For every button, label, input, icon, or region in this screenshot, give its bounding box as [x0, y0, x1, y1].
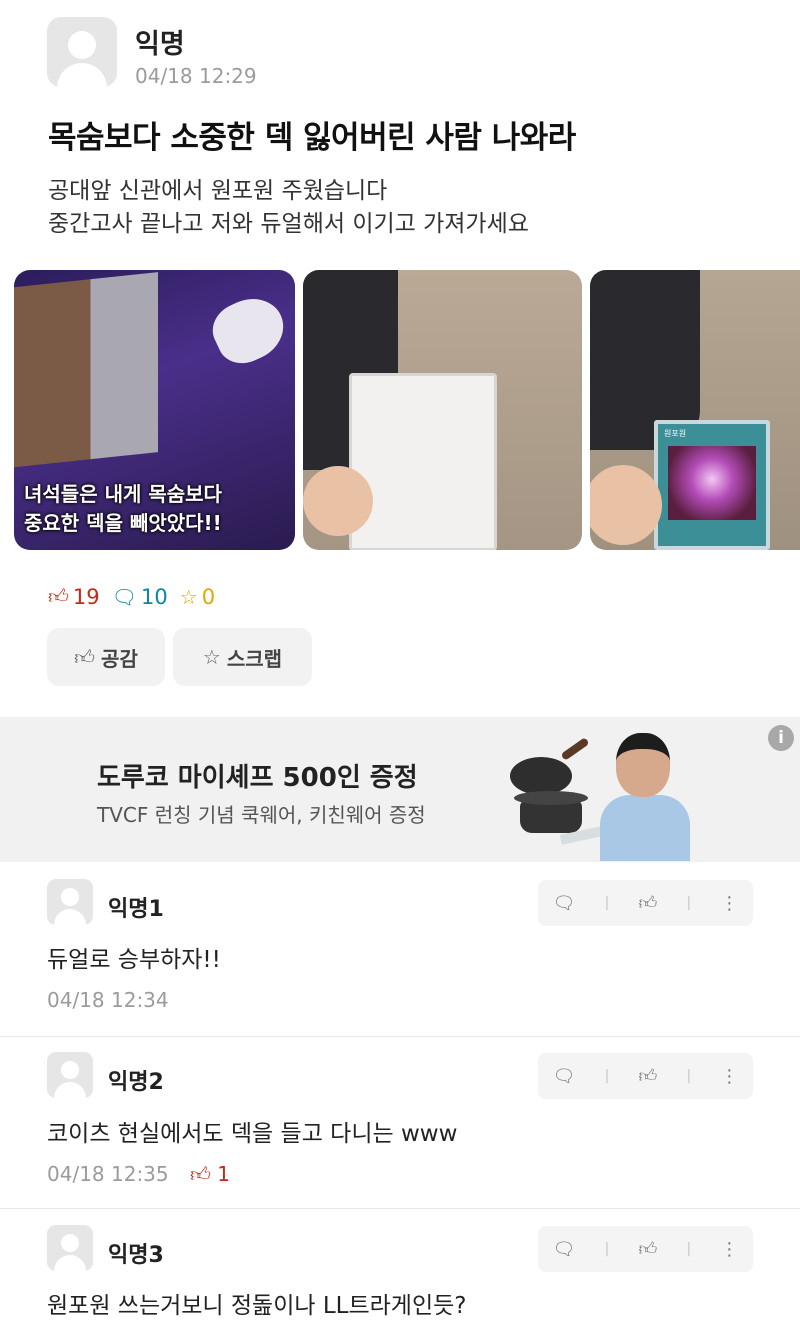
scrap-count: ☆ 0	[179, 584, 216, 609]
reply-icon[interactable]: 🗨︎	[553, 1239, 576, 1260]
post-image-3[interactable]: 원포원	[590, 270, 800, 550]
ad-banner[interactable]: 도루코 마이셰프 500인 증정 TVCF 런칭 기념 쿡웨어, 키친웨어 증정…	[0, 717, 800, 862]
comment-avatar	[47, 1225, 93, 1271]
star-icon: ☆	[179, 584, 198, 609]
thumbs-up-icon: 👍︎	[74, 644, 96, 669]
comment-author: 익명1	[108, 897, 164, 922]
reply-icon[interactable]: 🗨︎	[553, 893, 576, 914]
post-image-1[interactable]: 녀석들은 내게 목숨보다 중요한 덱을 빼앗았다!!	[14, 270, 295, 550]
comment-actions: 🗨︎ | 👍︎ | ⋮	[538, 880, 753, 926]
pan-icon	[510, 757, 572, 795]
comment-text: 원포원 쓰는거보니 정돒이나 LL트라게인듯?	[47, 1293, 467, 1319]
post-title: 목숨보다 소중한 덱 잃어버린 사람 나와라	[48, 120, 576, 156]
author-avatar	[47, 17, 117, 87]
like-count: 👍︎ 19	[48, 584, 100, 609]
comment-time: 04/18 12:35	[47, 1162, 169, 1186]
like-button[interactable]: 👍︎ 공감	[47, 628, 165, 686]
thumbs-up-icon: 👍︎	[190, 1162, 211, 1186]
scrap-button[interactable]: ☆ 스크랩	[173, 628, 312, 686]
comment-author: 익명3	[108, 1243, 164, 1268]
post-author: 익명	[135, 29, 185, 60]
comment-author: 익명2	[108, 1070, 164, 1095]
comment-count: 🗨︎ 10	[111, 584, 168, 609]
post-body: 공대앞 신관에서 원포원 주웠습니다 중간고사 끝나고 저와 듀얼해서 이기고 …	[48, 178, 529, 237]
card-name: 원포원	[664, 429, 687, 438]
divider	[0, 1036, 800, 1037]
more-vertical-icon[interactable]: ⋮	[720, 1239, 738, 1260]
pan-icon	[560, 737, 590, 761]
post-time: 04/18 12:29	[135, 64, 257, 88]
post-image-2[interactable]	[303, 270, 582, 550]
image-caption: 녀석들은 내게 목숨보다 중요한 덱을 빼앗았다!!	[24, 482, 222, 535]
divider	[0, 1208, 800, 1209]
comment-text: 듀얼로 승부하자!!	[47, 947, 221, 973]
thumbs-up-icon[interactable]: 👍︎	[639, 892, 658, 914]
comment-text: 코이츠 현실에서도 덱을 들고 다니는 www	[47, 1121, 458, 1147]
thumbs-up-icon: 👍︎	[48, 584, 69, 608]
comment-actions: 🗨︎ | 👍︎ | ⋮	[538, 1226, 753, 1272]
ad-subtitle: TVCF 런칭 기념 쿡웨어, 키친웨어 증정	[97, 803, 426, 827]
post-stats: 👍︎ 19 🗨︎ 10 ☆ 0	[48, 584, 227, 609]
more-vertical-icon[interactable]: ⋮	[720, 893, 738, 914]
comment-avatar	[47, 1052, 93, 1098]
ad-model-image	[600, 733, 690, 861]
speech-bubble-icon: 🗨︎	[111, 584, 138, 609]
comment-actions: 🗨︎ | 👍︎ | ⋮	[538, 1053, 753, 1099]
card-image: 원포원	[654, 420, 770, 550]
more-vertical-icon[interactable]: ⋮	[720, 1066, 738, 1087]
star-icon: ☆	[202, 645, 221, 669]
comment-time: 04/18 12:34	[47, 988, 169, 1012]
comment-like-count: 👍︎ 1	[190, 1162, 230, 1186]
reply-icon[interactable]: 🗨︎	[553, 1066, 576, 1087]
ad-title: 도루코 마이셰프 500인 증정	[97, 763, 418, 793]
thumbs-up-icon[interactable]: 👍︎	[639, 1238, 658, 1260]
info-icon[interactable]: i	[768, 725, 794, 751]
thumbs-up-icon[interactable]: 👍︎	[639, 1065, 658, 1087]
comment-avatar	[47, 879, 93, 925]
